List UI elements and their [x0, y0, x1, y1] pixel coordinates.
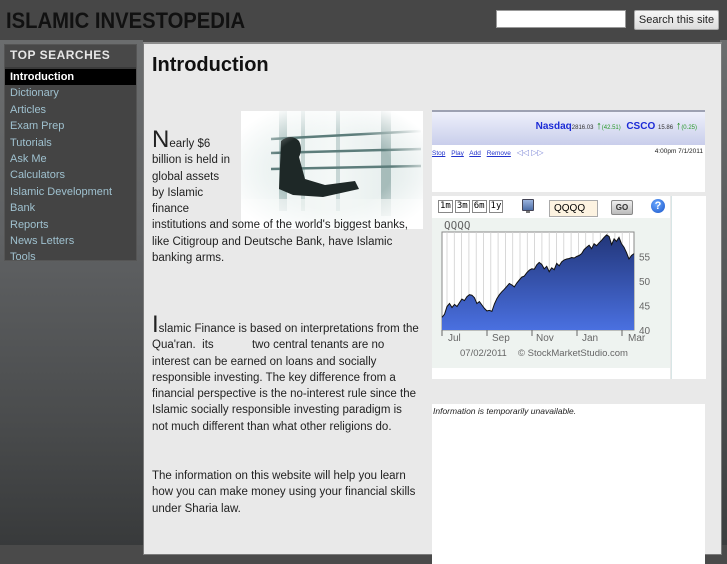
sidebar-nav: Introduction Dictionary Articles Exam Prep T… [5, 69, 136, 266]
go-button[interactable]: GO [611, 200, 633, 215]
info-message: Information is temporarily unavailable. [433, 406, 577, 416]
add-link[interactable]: Add [469, 150, 481, 157]
sidebar-item-reports[interactable]: Reports [5, 217, 136, 233]
site-header: ISLAMIC INVESTOPEDIA Search this site [0, 0, 727, 40]
paragraph-1: Nearly $6 billion is held in global asse… [152, 128, 420, 266]
sidebar-item-articles[interactable]: Articles [5, 102, 136, 118]
main-content: Introduction Nearly $6 billion is held i… [143, 42, 722, 564]
ticker-items: Nasdaq2816.03 ↑(42.51) CSCO 15.86 ↑(0.25… [536, 120, 697, 132]
range-3m-button[interactable]: 3m [454, 200, 470, 213]
x-tick-label: Jan [582, 333, 598, 344]
sidebar-item-introduction[interactable]: Introduction [5, 69, 136, 86]
ticker-change: (42.51) [601, 125, 621, 131]
ticker-timestamp: 4:00pm 7/1/2011 [654, 148, 703, 155]
sidebar-item-tools[interactable]: Tools [5, 249, 136, 265]
paragraph-1-rest: institutions and some of the world's big… [152, 219, 408, 265]
monitor-icon[interactable] [522, 199, 534, 213]
sidebar-item-tutorials[interactable]: Tutorials [5, 135, 136, 151]
sidebar-item-news-letters[interactable]: News Letters [5, 233, 136, 249]
price-chart: QQQQ40455055Jul Sep Nov Jan Mar07/02/2011 © S… [432, 218, 670, 368]
ticker-bar: Nasdaq2816.03 ↑(42.51) CSCO 15.86 ↑(0.25… [432, 110, 705, 145]
x-tick-label: Mar [628, 333, 646, 344]
x-tick-label: Jul [448, 333, 461, 344]
y-tick-label: 50 [639, 277, 651, 288]
x-tick-label: Sep [492, 333, 510, 344]
ticker-item[interactable]: Nasdaq2816.03 ↑(42.51) [535, 120, 621, 132]
range-6m-button[interactable]: 6m [471, 200, 487, 213]
drop-cap-n: N [152, 126, 170, 153]
sidebar-item-dictionary[interactable]: Dictionary [5, 85, 136, 101]
sidebar-title: TOP SEARCHES [5, 45, 136, 69]
ticker-change: (0.25) [681, 125, 697, 131]
page-title: Introduction [152, 54, 269, 76]
paragraph-2: Islamic Finance is based on interpretati… [152, 313, 423, 435]
ticker-item[interactable]: CSCO 15.86 ↑(0.25) [626, 120, 697, 132]
sidebar-item-exam-prep[interactable]: Exam Prep [5, 118, 136, 134]
range-1m-button[interactable]: 1m [438, 200, 453, 213]
help-icon[interactable]: ? [651, 199, 665, 213]
chart-footer-date: 07/02/2011 [460, 348, 507, 359]
paragraph-3: The information on this website will hel… [152, 470, 416, 515]
ticker-symbol: Nasdaq [535, 121, 572, 132]
ticker-symbol: CSCO [626, 121, 656, 132]
search-button[interactable]: Search this site [634, 10, 719, 30]
sidebar: TOP SEARCHES Introduction Dictionary Artic… [4, 44, 137, 263]
sidebar-item-ask-me[interactable]: Ask Me [5, 151, 136, 167]
sidebar-item-islamic-development-bank[interactable]: Islamic Development Bank [5, 184, 136, 217]
chart-footer-credit: © StockMarketStudio.com [518, 348, 628, 359]
info-box: Information is temporarily unavailable. [432, 404, 705, 564]
play-link[interactable]: Play [451, 150, 464, 157]
search-input[interactable] [496, 10, 626, 28]
paragraph-2-text: slamic Finance is based on interpretatio… [152, 323, 423, 433]
chart-side-panel [671, 196, 706, 379]
site-title[interactable]: ISLAMIC INVESTOPEDIA [6, 8, 245, 34]
y-tick-label: 55 [639, 253, 651, 264]
ticker-controls: Stop Play Add Remove ◁◁ ▷▷ 4:00pm 7/1/20… [432, 145, 705, 160]
range-buttons: 1m 3m 6m 1y [438, 200, 504, 213]
remove-link[interactable]: Remove [487, 150, 511, 157]
drop-cap-i: I [152, 311, 159, 338]
ticker-price: 15.86 [658, 125, 674, 131]
chart-title: QQQQ [444, 219, 471, 232]
x-tick-label: Nov [536, 333, 554, 344]
stock-chart-widget: 1m 3m 6m 1y GO ? QQQQ40455055JulSepNovJa… [432, 196, 670, 379]
range-1y-button[interactable]: 1y [488, 200, 504, 213]
symbol-input[interactable] [549, 200, 598, 217]
ticker-price: 2816.03 [571, 125, 594, 131]
sidebar-item-calculators[interactable]: Calculators [5, 167, 136, 183]
scroll-arrows-icon[interactable]: ◁◁ ▷▷ [517, 148, 544, 157]
stock-ticker: Nasdaq2816.03 ↑(42.51) CSCO 15.86 ↑(0.25… [432, 110, 705, 192]
y-tick-label: 45 [639, 302, 651, 313]
stop-link[interactable]: Stop [432, 150, 445, 157]
